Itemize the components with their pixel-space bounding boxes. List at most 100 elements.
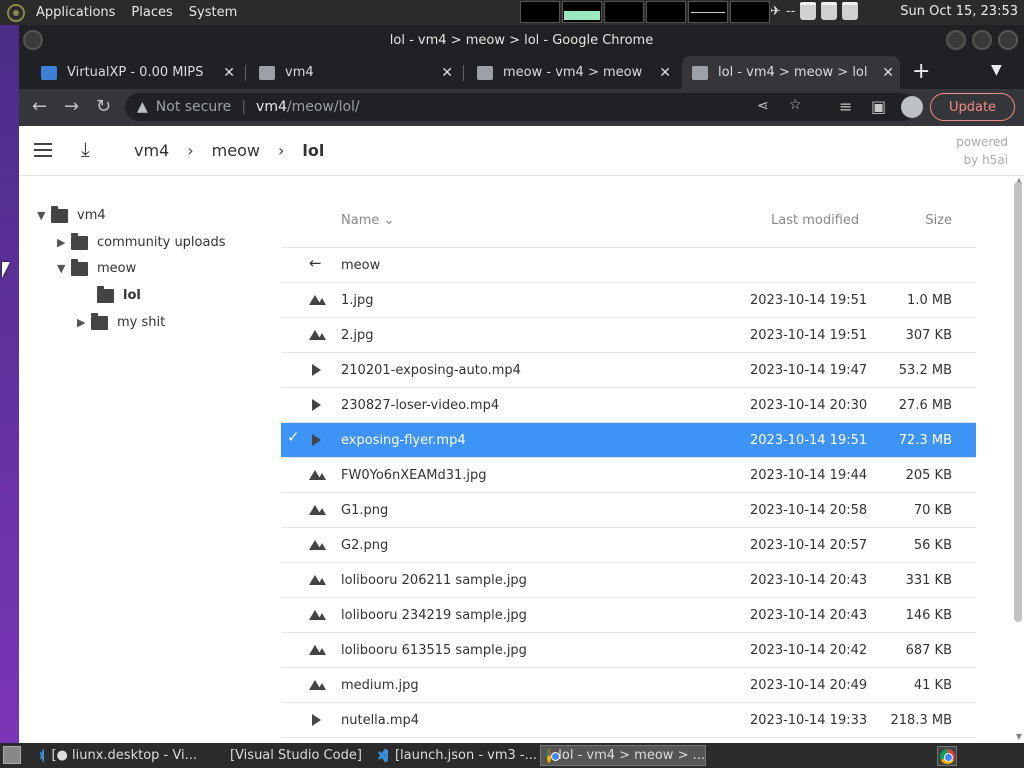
task-launch-json[interactable]: [launch.json - vm3 -... — [372, 745, 537, 766]
trash-icon[interactable] — [821, 2, 838, 20]
image-file-icon — [309, 645, 326, 655]
memory-monitor[interactable] — [562, 1, 602, 23]
tree-label[interactable]: vm4 — [77, 208, 106, 223]
maximize-button[interactable] — [972, 30, 992, 50]
file-size: 72.3 MB — [898, 433, 952, 448]
powered-by[interactable]: powered by h5ai — [956, 133, 1008, 169]
reload-icon[interactable]: ↻ — [96, 96, 111, 117]
file-row[interactable]: 1.jpg 2023-10-14 19:51 1.0 MB — [281, 283, 976, 318]
load-monitor[interactable] — [688, 1, 728, 23]
tab-meow[interactable]: meow - vm4 > meow ✕ — [467, 56, 677, 89]
window-titlebar[interactable]: lol - vm4 > meow > lol - Google Chrome — [19, 25, 1024, 56]
bookmark-star-icon[interactable]: ☆ — [789, 97, 802, 113]
url-host[interactable]: vm4 — [256, 99, 287, 115]
file-row[interactable]: nutella.mp4 2023-10-14 19:33 218.3 MB — [281, 703, 976, 738]
swap-monitor[interactable] — [646, 1, 686, 23]
column-modified-header[interactable]: Last modified — [771, 213, 859, 228]
tab-close-icon[interactable]: ✕ — [882, 65, 894, 81]
tab-close-icon[interactable]: ✕ — [441, 65, 453, 81]
file-row[interactable]: 230827-loser-video.mp4 2023-10-14 20:30 27… — [281, 388, 976, 423]
tree-item-vm4[interactable]: ▼ vm4 — [37, 205, 106, 223]
file-row[interactable]: lolibooru 234219 sample.jpg 2023-10-14 20… — [281, 598, 976, 633]
video-play-icon — [312, 399, 321, 411]
system-monitor-applets[interactable] — [520, 1, 770, 23]
file-row[interactable]: G2.png 2023-10-14 20:57 56 KB — [281, 528, 976, 563]
chevron-right-icon[interactable]: ▶ — [57, 236, 71, 249]
file-row[interactable]: lolibooru 206211 sample.jpg 2023-10-14 20… — [281, 563, 976, 598]
tree-label[interactable]: meow — [97, 261, 136, 276]
column-size-header[interactable]: Size — [925, 213, 952, 228]
file-row[interactable]: ✓ exposing-flyer.mp4 2023-10-14 19:51 72.3 … — [281, 423, 976, 458]
warning-icon[interactable]: ▲ — [137, 99, 148, 115]
scrollbar[interactable] — [1014, 182, 1022, 622]
task-liunx-desktop[interactable]: [● liunx.desktop - Vi... — [34, 745, 197, 766]
system-menu[interactable]: System — [181, 5, 245, 20]
minimize-button[interactable] — [946, 30, 966, 50]
file-row[interactable]: G1.png 2023-10-14 20:58 70 KB — [281, 493, 976, 528]
reading-list-icon[interactable]: ≡ — [839, 97, 852, 116]
tab-virtualxp[interactable]: VirtualXP - 0.00 MIPS ✕ — [31, 56, 241, 89]
tree-item-meow[interactable]: ▼ meow — [57, 258, 136, 276]
folder-icon — [692, 65, 708, 80]
chevron-right-icon[interactable]: ▶ — [77, 316, 91, 329]
crumb-lol[interactable]: lol — [302, 141, 324, 160]
tab-label: vm4 — [285, 65, 314, 80]
trash-icon[interactable] — [800, 2, 817, 20]
distro-logo-icon[interactable] — [7, 3, 25, 22]
download-icon[interactable]: ⤓ — [81, 137, 90, 161]
tree-label[interactable]: lol — [123, 288, 141, 303]
parent-folder-row[interactable]: ← meow — [281, 248, 976, 283]
url-path[interactable]: /meow/lol/ — [287, 99, 360, 115]
file-modified: 2023-10-14 19:51 — [750, 433, 868, 448]
file-name: lolibooru 234219 sample.jpg — [341, 608, 527, 623]
tab-search-chevron-icon[interactable]: ▼ — [991, 62, 1002, 78]
panel-clock[interactable]: Sun Oct 15, 23:53 — [900, 4, 1018, 19]
column-name-header[interactable]: Name ⌄ — [341, 213, 394, 228]
window-menu-button[interactable] — [23, 30, 43, 50]
chrome-tray-icon[interactable] — [937, 746, 957, 766]
tree-label[interactable]: community uploads — [97, 235, 226, 250]
cpu-monitor[interactable] — [520, 1, 560, 23]
file-row[interactable]: 2.jpg 2023-10-14 19:51 307 KB — [281, 318, 976, 353]
trash-icon[interactable] — [842, 2, 859, 20]
tab-lol[interactable]: lol - vm4 > meow > lol ✕ — [682, 56, 900, 89]
file-row[interactable]: 210201-exposing-auto.mp4 2023-10-14 19:47… — [281, 353, 976, 388]
tab-close-icon[interactable]: ✕ — [659, 65, 671, 81]
new-tab-button[interactable]: + — [912, 59, 930, 84]
tab-vm4[interactable]: vm4 ✕ — [249, 56, 459, 89]
checkmark-icon[interactable]: ✓ — [287, 428, 300, 446]
update-button[interactable]: Update — [930, 93, 1015, 121]
tree-item-my-shit[interactable]: ▶ my shit — [77, 312, 165, 330]
task-chrome-lol[interactable]: lol - vm4 > meow > ... — [540, 745, 706, 766]
close-window-button[interactable] — [998, 30, 1018, 50]
back-arrow-icon[interactable]: ← — [32, 96, 47, 117]
show-desktop-button[interactable] — [3, 746, 21, 764]
file-row[interactable]: medium.jpg 2023-10-14 20:49 41 KB — [281, 668, 976, 703]
forward-arrow-icon[interactable]: → — [64, 96, 79, 117]
share-icon[interactable]: ⋖ — [757, 98, 769, 114]
task-visual-studio-code[interactable]: [Visual Studio Code] — [224, 745, 364, 766]
address-bar[interactable]: ▲ Not secure | vm4 /meow/lol/ ⋖ ☆ — [125, 93, 917, 121]
applications-menu[interactable]: Applications — [28, 5, 123, 20]
tree-item-community-uploads[interactable]: ▶ community uploads — [57, 232, 226, 250]
tree-item-lol[interactable]: lol — [97, 285, 141, 303]
tab-close-icon[interactable]: ✕ — [223, 65, 235, 81]
chevron-down-icon[interactable]: ▼ — [57, 262, 71, 275]
menu-hamburger-icon[interactable] — [34, 143, 52, 157]
disk-monitor[interactable] — [730, 1, 770, 23]
image-file-icon — [309, 680, 326, 690]
file-list: Name ⌄ Last modified Size ← meow 1.jpg 20… — [281, 198, 976, 738]
network-monitor[interactable] — [604, 1, 644, 23]
network-icon[interactable]: ✈ — [770, 4, 781, 19]
security-label[interactable]: Not secure — [156, 99, 232, 115]
chevron-down-icon[interactable]: ▼ — [37, 209, 51, 222]
side-panel-icon[interactable]: ▣ — [871, 97, 886, 116]
profile-avatar-icon[interactable] — [901, 96, 923, 118]
tree-label[interactable]: my shit — [117, 315, 165, 330]
crumb-vm4[interactable]: vm4 — [134, 141, 169, 160]
crumb-meow[interactable]: meow — [212, 141, 260, 160]
places-menu[interactable]: Places — [123, 5, 180, 20]
scroll-down-icon[interactable]: ▼ — [1016, 732, 1022, 741]
file-row[interactable]: lolibooru 613515 sample.jpg 2023-10-14 20… — [281, 633, 976, 668]
file-row[interactable]: FW0Yo6nXEAMd31.jpg 2023-10-14 19:44 205 KB — [281, 458, 976, 493]
